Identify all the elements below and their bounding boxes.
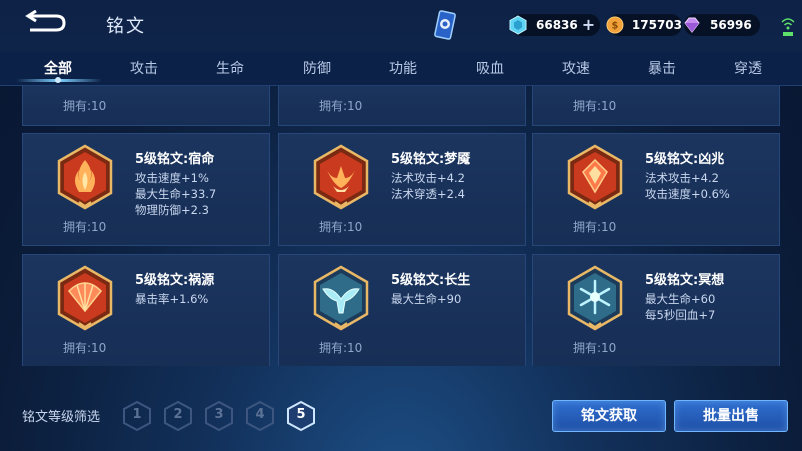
rune-name: 5级铭文:长生 xyxy=(391,273,471,288)
rune-card[interactable]: 拥有:10 xyxy=(532,86,780,126)
tab-defense[interactable]: 防御 xyxy=(277,58,357,78)
rune-card[interactable]: 5级铭文:宿命 攻击速度+1% 最大生命+33.7 物理防御+2.3 拥有:10 xyxy=(22,133,270,246)
top-bar: 铭文 66836 + $ 175703 56996 xyxy=(0,0,802,52)
rune-grid: 拥有:10 拥有:10 拥有:10 5级铭文:宿命 攻击速度+1% 最大生命+3… xyxy=(20,86,786,366)
bulk-sell-button[interactable]: 批量出售 xyxy=(674,400,788,432)
rune-acquire-button[interactable]: 铭文获取 xyxy=(552,400,666,432)
tab-lifesteal[interactable]: 吸血 xyxy=(450,58,530,78)
owned-count: 拥有:10 xyxy=(319,341,363,355)
rune-stat: 法术穿透+2.4 xyxy=(391,187,465,201)
rune-card-icon[interactable] xyxy=(432,10,458,42)
snowflake-rune-icon xyxy=(567,265,623,331)
rune-stat: 法术攻击+4.2 xyxy=(391,171,465,185)
rune-name: 5级铭文:祸源 xyxy=(135,273,215,288)
owned-count: 拥有:10 xyxy=(573,341,617,355)
network-signal-icon xyxy=(781,18,795,36)
rune-name: 5级铭文:凶兆 xyxy=(645,152,725,167)
owned-count: 拥有:10 xyxy=(319,220,363,234)
level-filter-3[interactable]: 3 xyxy=(204,400,234,432)
level-label: 4 xyxy=(255,407,265,422)
whale-tail-rune-icon xyxy=(313,265,369,331)
tab-utility[interactable]: 功能 xyxy=(363,58,443,78)
diamond-icon xyxy=(684,17,700,33)
gold-amount: 175703 xyxy=(631,18,682,32)
owned-count: 拥有:10 xyxy=(573,99,617,113)
level-filter-label: 铭文等级筛选 xyxy=(22,410,101,425)
tab-attack[interactable]: 攻击 xyxy=(104,58,184,78)
rune-card[interactable]: 拥有:10 xyxy=(22,86,270,126)
rune-stat: 暴击率+1.6% xyxy=(135,292,209,306)
level-label: 2 xyxy=(173,407,183,422)
owned-count: 拥有:10 xyxy=(63,220,107,234)
diamond-currency: 56996 xyxy=(684,14,760,36)
owned-count: 拥有:10 xyxy=(319,99,363,113)
fan-rune-icon xyxy=(57,265,113,331)
tab-attack-speed[interactable]: 攻速 xyxy=(536,58,616,78)
active-tab-dot xyxy=(55,77,61,83)
rune-card[interactable]: 5级铭文:凶兆 法术攻击+4.2 攻击速度+0.6% 拥有:10 xyxy=(532,133,780,246)
add-gem-button[interactable]: + xyxy=(582,17,595,33)
rune-card[interactable]: 5级铭文:长生 最大生命+90 拥有:10 xyxy=(278,254,526,366)
level-filter-2[interactable]: 2 xyxy=(163,400,193,432)
level-label: 3 xyxy=(214,407,224,422)
owned-count: 拥有:10 xyxy=(63,341,107,355)
level-label: 5 xyxy=(296,407,306,422)
rune-stat: 攻击速度+0.6% xyxy=(645,187,730,201)
horned-rune-icon xyxy=(313,144,369,210)
rune-stat: 攻击速度+1% xyxy=(135,171,209,185)
gold-currency: $ 175703 xyxy=(606,14,682,36)
tab-penetration[interactable]: 穿透 xyxy=(708,58,788,78)
rune-name: 5级铭文:宿命 xyxy=(135,152,215,167)
rune-stat: 法术攻击+4.2 xyxy=(645,171,719,185)
diamond-amount: 56996 xyxy=(710,18,752,32)
level-filter-4[interactable]: 4 xyxy=(245,400,275,432)
rune-card[interactable]: 拥有:10 xyxy=(278,86,526,126)
level-filter-5[interactable]: 5 xyxy=(286,400,316,432)
tab-all[interactable]: 全部 xyxy=(18,58,98,78)
level-filter-1[interactable]: 1 xyxy=(122,400,152,432)
svg-text:$: $ xyxy=(612,21,619,32)
gem-amount: 66836 xyxy=(536,18,578,32)
rune-stat: 每5秒回血+7 xyxy=(645,308,716,322)
rune-card[interactable]: 5级铭文:祸源 暴击率+1.6% 拥有:10 xyxy=(22,254,270,366)
gem-icon xyxy=(509,15,527,35)
page-title: 铭文 xyxy=(106,16,146,37)
owned-count: 拥有:10 xyxy=(573,220,617,234)
rune-stat: 最大生命+90 xyxy=(391,292,462,306)
gold-coin-icon: $ xyxy=(606,16,624,34)
back-arrow-icon[interactable] xyxy=(22,10,68,36)
tab-critical[interactable]: 暴击 xyxy=(622,58,702,78)
rune-stat: 物理防御+2.3 xyxy=(135,203,209,217)
rune-name: 5级铭文:梦魇 xyxy=(391,152,471,167)
tab-health[interactable]: 生命 xyxy=(190,58,270,78)
flame-rune-icon xyxy=(57,144,113,210)
rune-stat: 最大生命+60 xyxy=(645,292,716,306)
rune-card[interactable]: 5级铭文:梦魇 法术攻击+4.2 法术穿透+2.4 拥有:10 xyxy=(278,133,526,246)
owned-count: 拥有:10 xyxy=(63,99,107,113)
rune-stat: 最大生命+33.7 xyxy=(135,187,217,201)
rune-card[interactable]: 5级铭文:冥想 最大生命+60 每5秒回血+7 拥有:10 xyxy=(532,254,780,366)
category-tabs: 全部 攻击 生命 防御 功能 吸血 攻速 暴击 穿透 xyxy=(0,52,802,86)
rune-name: 5级铭文:冥想 xyxy=(645,273,725,288)
gem-currency: 66836 + xyxy=(509,14,600,36)
gem-rune-icon xyxy=(567,144,623,210)
level-label: 1 xyxy=(132,407,142,422)
